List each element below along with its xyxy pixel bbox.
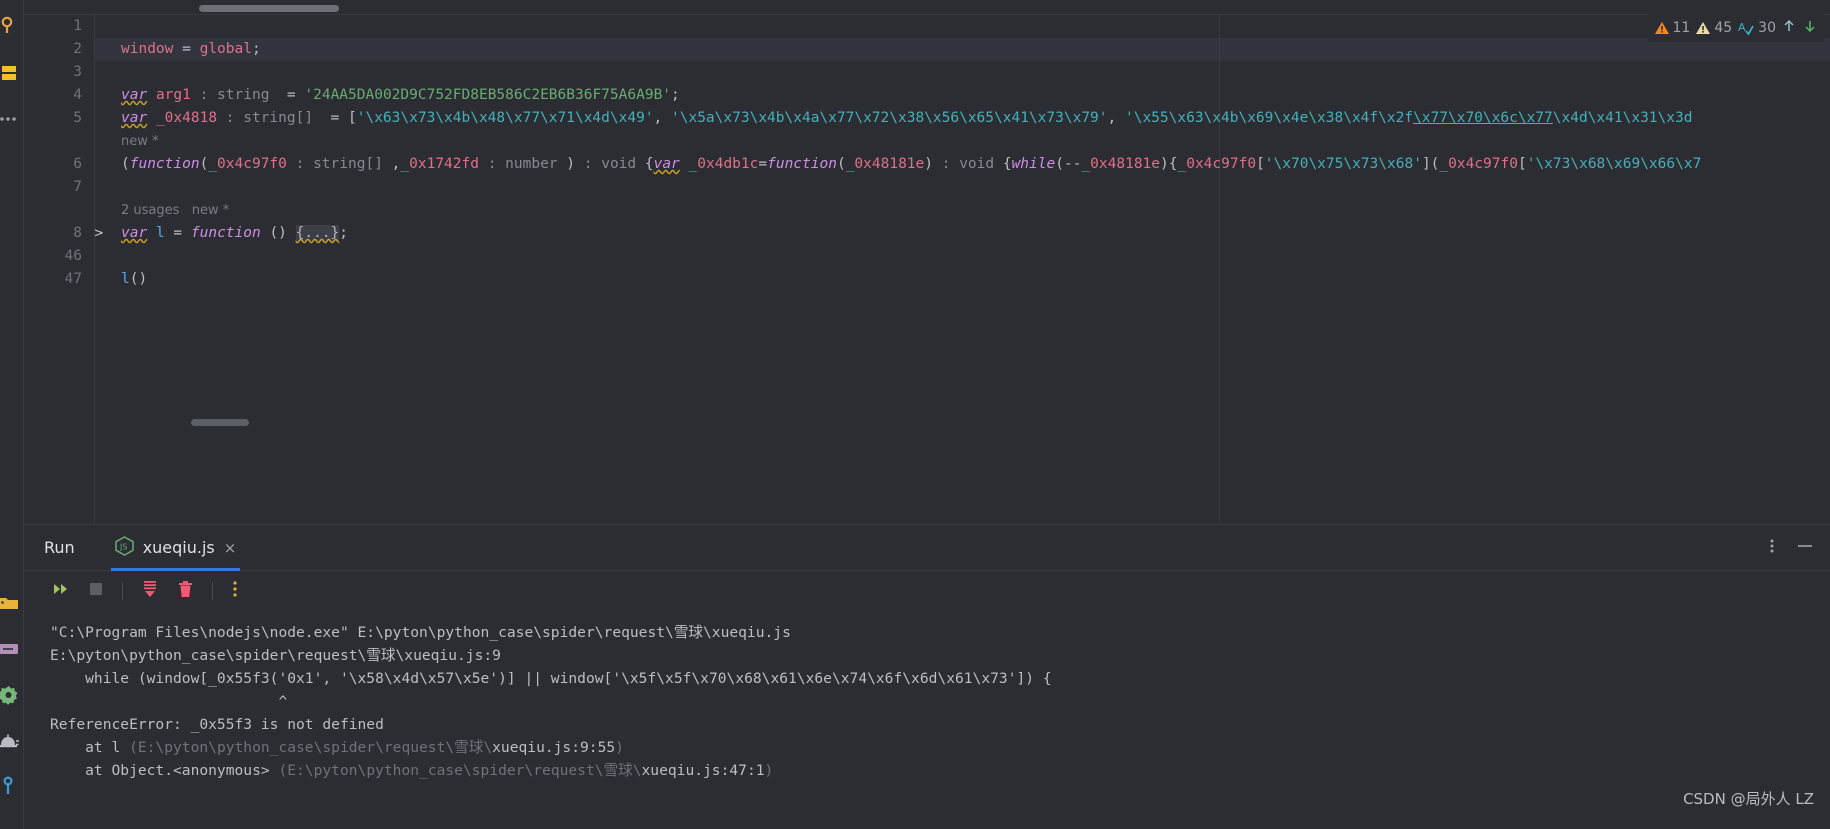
fold-placeholder[interactable]: {...} xyxy=(295,225,340,241)
editor-horizontal-scrollbar[interactable] xyxy=(191,419,249,426)
run-tab-xueqiu[interactable]: JS xueqiu.js × xyxy=(110,525,241,571)
console-stack-line[interactable]: at Object.<anonymous> (E:\pyton\python_c… xyxy=(50,759,1830,782)
minimize-panel-button[interactable] xyxy=(1796,537,1814,559)
code-line-47[interactable]: l() xyxy=(121,268,147,291)
console-output[interactable]: "C:\Program Files\nodejs\node.exe" E:\py… xyxy=(24,611,1830,829)
svg-text:A: A xyxy=(1738,21,1746,34)
console-caret-line: ^ xyxy=(50,693,288,710)
code-editor[interactable]: 1 2 3 4 5 6 7 8 > 46 47 window = global;… xyxy=(24,0,1830,524)
inlay-hint-usages: 2 usages new * xyxy=(121,203,230,218)
close-icon[interactable]: × xyxy=(224,539,237,557)
code-line-8[interactable]: var l = function () {...}; xyxy=(121,222,348,245)
toolbar-separator xyxy=(122,582,123,600)
weak-warning-count-label: 30 xyxy=(1758,20,1776,36)
warning-count-label: 45 xyxy=(1714,20,1733,36)
ide-window: 1 2 3 4 5 6 7 8 > 46 47 window = global;… xyxy=(0,0,1830,829)
line-number: 1 xyxy=(73,18,82,34)
run-header: Run JS xueqiu.js × xyxy=(24,525,1830,571)
scroll-to-end-button[interactable] xyxy=(141,580,159,602)
line-number: 46 xyxy=(64,248,82,264)
toolbar-separator xyxy=(212,582,213,600)
plugins-gear-icon[interactable] xyxy=(0,682,22,708)
code-content[interactable]: window = global; var arg1 : string = '24… xyxy=(94,15,1830,524)
code-line-2[interactable]: window = global; xyxy=(121,38,261,61)
left-tool-strip xyxy=(0,0,24,829)
clear-all-button[interactable] xyxy=(177,580,194,602)
csdn-watermark: CSDN @局外人 LZ xyxy=(1683,790,1814,808)
editor-right-split xyxy=(1219,15,1220,524)
weak-warning-count[interactable]: A 30 xyxy=(1737,20,1776,36)
inspection-widget[interactable]: 11 45 A 30 xyxy=(1647,14,1824,42)
database-icon[interactable] xyxy=(0,636,22,662)
editor-gutter[interactable]: 1 2 3 4 5 6 7 8 > 46 47 xyxy=(24,15,104,524)
editor-top-scrollbar[interactable] xyxy=(199,5,339,12)
error-triangle-icon xyxy=(1654,22,1669,34)
next-problem-icon[interactable] xyxy=(1802,18,1818,38)
error-count[interactable]: 11 xyxy=(1654,20,1691,36)
code-line-4[interactable]: var arg1 : string = '24AA5DA002D9C752FD8… xyxy=(121,84,680,107)
editor-body[interactable]: 1 2 3 4 5 6 7 8 > 46 47 window = global;… xyxy=(24,14,1830,524)
weak-warning-icon: A xyxy=(1738,21,1754,36)
rerun-button[interactable] xyxy=(52,581,70,601)
stop-button[interactable] xyxy=(88,581,104,601)
line-number: 5 xyxy=(73,110,82,126)
run-toolbar[interactable] xyxy=(24,571,1830,611)
more-options-button[interactable] xyxy=(231,580,239,602)
javascript-file-icon: JS xyxy=(114,535,134,560)
line-number: 2 xyxy=(73,41,82,57)
error-count-label: 11 xyxy=(1672,20,1691,36)
line-number: 47 xyxy=(64,271,82,287)
svg-text:JS: JS xyxy=(119,542,127,551)
run-window-title: Run xyxy=(44,538,75,557)
structure-icon[interactable] xyxy=(0,60,22,86)
console-error-line: ReferenceError: _0x55f3 is not defined xyxy=(50,716,384,733)
console-line: E:\pyton\python_case\spider\request\雪球\x… xyxy=(50,647,501,664)
console-stack-line[interactable]: at l (E:\pyton\python_case\spider\reques… xyxy=(50,736,1830,759)
code-line-5[interactable]: var _0x4818 : string[] = ['\x63\x73\x4b\… xyxy=(121,107,1692,130)
warning-count[interactable]: 45 xyxy=(1695,20,1732,36)
line-number: 7 xyxy=(73,179,82,195)
bookmarks-icon[interactable] xyxy=(0,14,22,40)
console-line: "C:\Program Files\nodejs\node.exe" E:\py… xyxy=(50,624,791,641)
git-branch-icon[interactable] xyxy=(0,772,22,798)
notifications-icon[interactable] xyxy=(0,728,22,754)
panel-options-button[interactable] xyxy=(1764,537,1780,559)
run-tool-window[interactable]: Run JS xueqiu.js × "C:\Program Files\nod… xyxy=(24,524,1830,829)
more-tools-icon[interactable] xyxy=(0,106,22,132)
warning-triangle-icon xyxy=(1696,22,1711,34)
line-number: 8 xyxy=(73,225,82,241)
run-header-actions xyxy=(1764,537,1830,559)
previous-problem-icon[interactable] xyxy=(1781,18,1797,38)
code-line-6[interactable]: (function(_0x4c97f0 : string[] ,_0x1742f… xyxy=(121,153,1701,176)
line-number: 3 xyxy=(73,64,82,80)
run-tab-label: xueqiu.js xyxy=(142,538,215,557)
project-folder-icon[interactable] xyxy=(0,590,22,616)
line-number: 6 xyxy=(73,156,82,172)
inlay-hint: new * xyxy=(121,134,159,149)
line-number: 4 xyxy=(73,87,82,103)
console-line: while (window[_0x55f3('0x1', '\x58\x4d\x… xyxy=(50,670,1052,687)
